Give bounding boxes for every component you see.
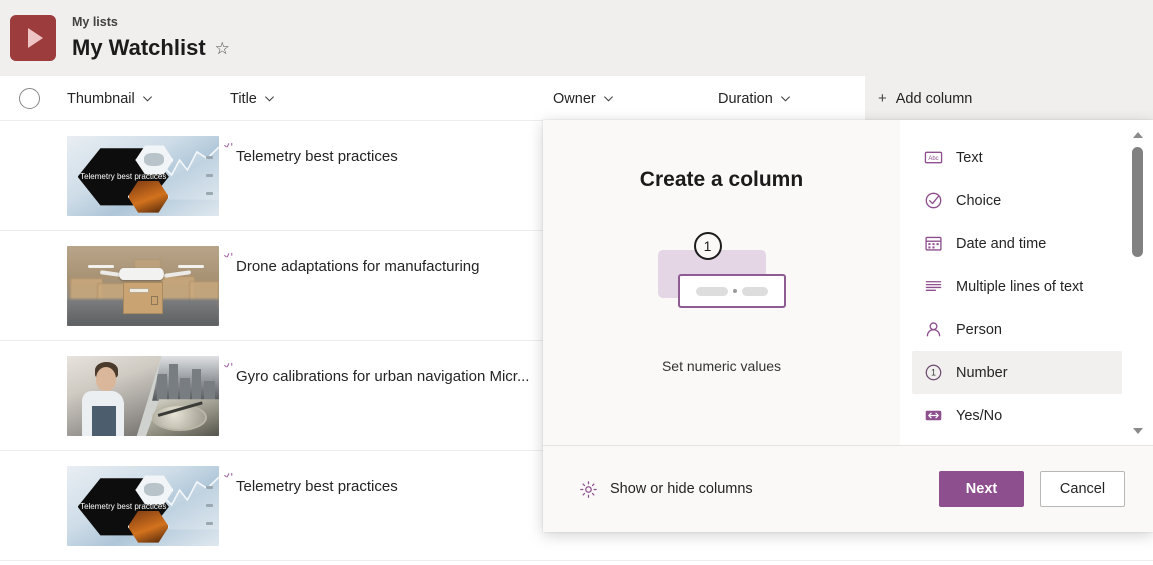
circled-one-icon: 1 [925,364,942,381]
page-title: My Watchlist [72,35,206,60]
person-icon [926,322,941,337]
circled-one-badge-icon: 1 [693,232,722,260]
type-option-date-and-time[interactable]: Date and time [912,222,1122,265]
technician-photo-pane [67,356,162,436]
list-logo-icon [10,15,56,61]
new-sparkle-icon [224,252,233,258]
type-option-choice[interactable]: Choice [912,179,1122,222]
svg-text:1: 1 [931,368,936,378]
row-thumbnail[interactable]: Telemetry best practices [67,466,219,546]
chevron-down-icon [264,93,275,104]
column-header-label: Thumbnail [67,90,135,107]
number-column-illustration: 1 [642,232,802,318]
create-column-dialog: Create a column 1 Set numeric values Abc [543,120,1153,532]
type-option-label: Text [956,149,983,166]
column-type-pane: Abc Text Choice Date and time Multiple l… [900,120,1153,445]
row-title-wrap: Telemetry best practices [222,472,398,497]
illustration-caption: Set numeric values [661,358,782,374]
type-option-person[interactable]: Person [912,308,1122,351]
type-option-yes-no[interactable]: Yes/No [912,394,1122,431]
scroll-up-arrow-icon[interactable] [1131,128,1144,141]
column-type-list: Abc Text Choice Date and time Multiple l… [900,136,1132,431]
row-thumbnail[interactable]: Telemetry best practices [67,136,219,216]
add-column-button[interactable]: + Add column [865,76,1153,121]
dialog-title: Create a column [639,168,804,191]
cancel-button[interactable]: Cancel [1040,471,1125,507]
row-title-wrap: Drone adaptations for manufacturing [222,252,479,277]
illustration-pill-right [741,286,768,296]
type-option-label: Multiple lines of text [956,278,1084,295]
row-title[interactable]: Drone adaptations for manufacturing [236,257,479,277]
abc-text-icon: Abc [924,151,943,164]
row-thumbnail[interactable] [67,246,219,326]
type-option-label: Choice [956,192,1002,209]
dialog-body: Create a column 1 Set numeric values Abc [543,120,1153,445]
scroll-down-arrow-icon[interactable] [1131,424,1144,437]
dialog-footer: Show or hide columns Next Cancel [543,445,1153,532]
column-header-title[interactable]: Title [222,76,283,121]
new-sparkle-icon [224,472,233,478]
type-option-label: Date and time [956,235,1047,252]
row-title-wrap: Gyro calibrations for urban navigation M… [222,362,529,387]
illustration-input-field [677,274,786,308]
play-triangle-icon [27,28,43,48]
row-title[interactable]: Telemetry best practices [236,147,398,167]
show-or-hide-columns-label: Show or hide columns [610,481,753,497]
gear-icon [580,480,597,498]
breadcrumb[interactable]: My lists [72,15,230,30]
dialog-action-buttons: Next Cancel [939,471,1125,507]
column-header-thumbnail[interactable]: Thumbnail [59,76,161,121]
illustration-pill-left [695,286,728,296]
row-thumbnail[interactable] [67,356,219,436]
chevron-down-icon [780,93,791,104]
plus-icon: + [878,90,887,107]
column-header-label: Duration [718,90,773,107]
illustration-decimal-dot [732,289,737,293]
chevron-down-icon [603,93,614,104]
dialog-preview-pane: Create a column 1 Set numeric values [543,120,900,445]
show-or-hide-columns-link[interactable]: Show or hide columns [579,480,753,499]
add-column-label: Add column [895,90,973,107]
title-row: My Watchlist ☆ [72,35,230,61]
package-graphic [123,282,163,314]
new-sparkle-icon [224,142,233,148]
header-text-block: My lists My Watchlist ☆ [72,15,230,61]
lines-of-text-icon [925,281,942,291]
row-title[interactable]: Gyro calibrations for urban navigation M… [236,367,529,387]
scrollbar-thumb[interactable] [1132,147,1143,257]
row-title-wrap: Telemetry best practices [222,142,398,167]
type-list-scrollbar[interactable] [1130,128,1145,437]
column-header-label: Title [230,90,257,107]
type-option-label: Yes/No [956,407,1003,424]
next-button[interactable]: Next [939,471,1024,507]
app-header: My lists My Watchlist ☆ [0,0,1153,76]
new-sparkle-icon [224,362,233,368]
type-option-number[interactable]: 1 Number [912,351,1122,394]
type-option-label: Person [956,321,1002,338]
select-all-circle-icon[interactable] [19,88,40,109]
column-header-duration[interactable]: Duration [710,76,799,121]
star-outline-icon[interactable]: ☆ [215,40,230,57]
type-option-multiple-lines-of-text[interactable]: Multiple lines of text [912,265,1122,308]
column-header-owner[interactable]: Owner [545,76,622,121]
check-circle-icon [925,192,942,209]
calendar-icon [925,236,942,251]
column-header-row: Thumbnail Title Owner Duration + Add col… [0,76,1153,121]
svg-text:Abc: Abc [928,156,938,162]
row-title[interactable]: Telemetry best practices [236,477,398,497]
toggle-yes-no-icon [925,410,942,421]
cityscape-photo-pane [152,356,219,401]
type-option-label: Number [956,364,1008,381]
column-header-label: Owner [553,90,596,107]
chevron-down-icon [142,93,153,104]
drone-body-graphic [118,268,165,281]
type-option-text[interactable]: Abc Text [912,136,1122,179]
